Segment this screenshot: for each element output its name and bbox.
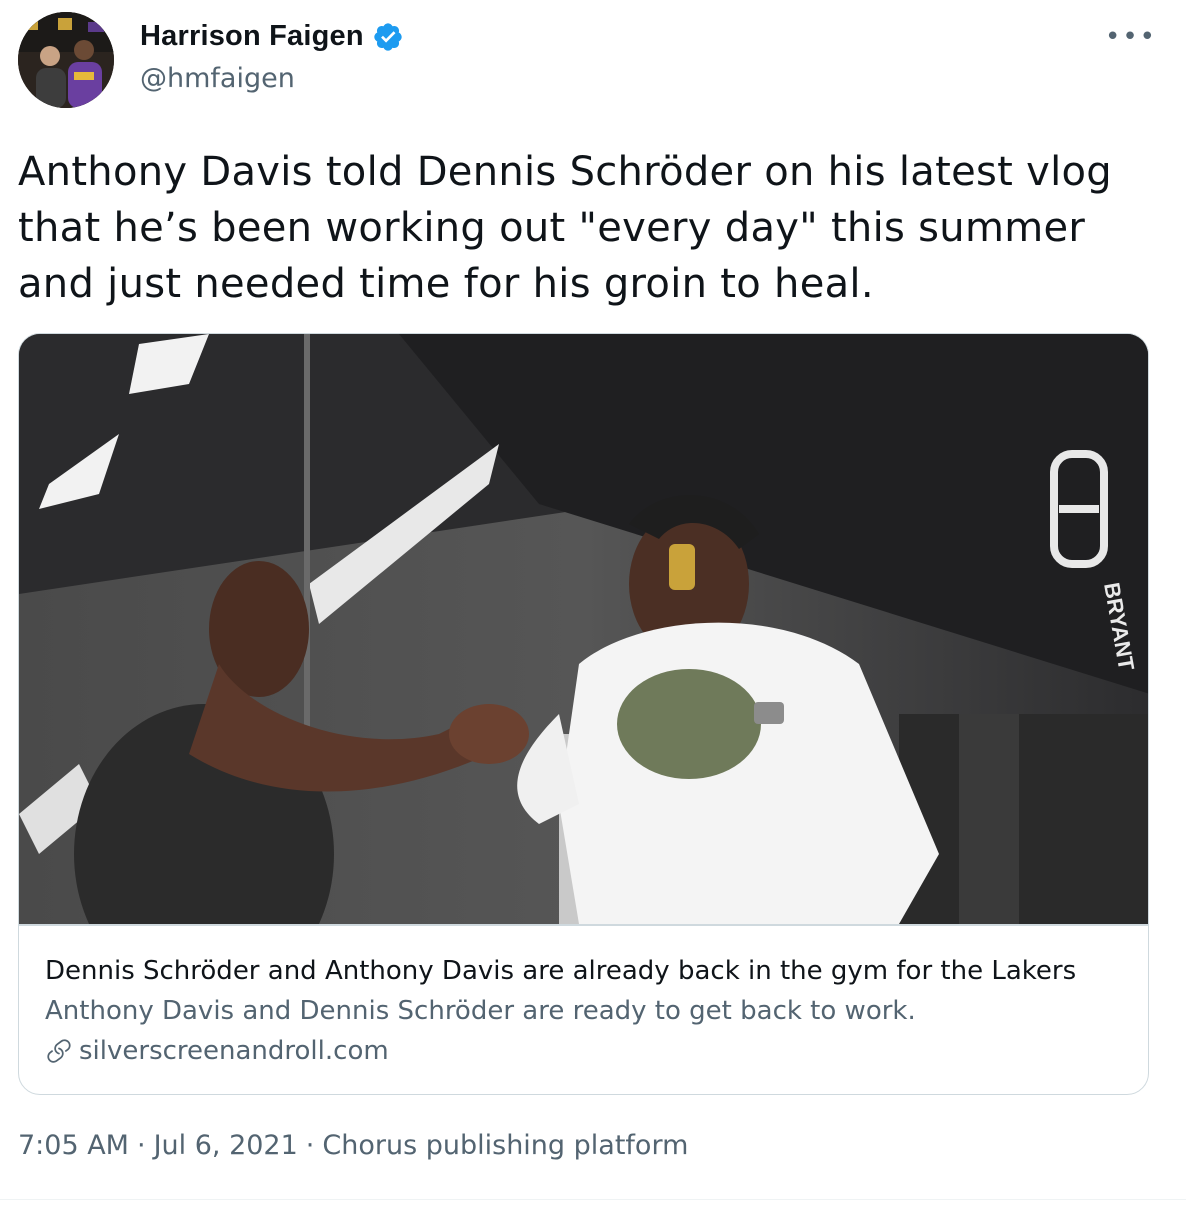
tweet-meta: 7:05 AM · Jul 6, 2021 · Chorus publishin… — [18, 1130, 688, 1161]
tweet: Harrison Faigen @hmfaigen ••• Anthony Da… — [0, 0, 1186, 1210]
author-name-row: Harrison Faigen — [140, 20, 404, 53]
card-domain-row: silverscreenandroll.com — [45, 1036, 389, 1066]
more-dots-icon: ••• — [1105, 22, 1158, 52]
tweet-time[interactable]: 7:05 AM — [18, 1130, 129, 1161]
card-description: Anthony Davis and Dennis Schröder are re… — [45, 996, 916, 1026]
display-name[interactable]: Harrison Faigen — [140, 20, 364, 53]
tweet-date[interactable]: Jul 6, 2021 — [154, 1130, 298, 1161]
meta-separator: · — [136, 1130, 146, 1161]
avatar[interactable] — [18, 12, 114, 108]
more-options-button[interactable]: ••• — [1105, 22, 1158, 52]
meta-separator: · — [305, 1130, 315, 1161]
gym-photo-icon: BRYANT — [19, 334, 1148, 924]
verified-badge-icon — [372, 21, 404, 53]
link-icon — [45, 1037, 73, 1065]
profile-photo-icon — [18, 12, 114, 108]
link-card[interactable]: BRYANT Dennis Schröder and Anthony Davis… — [18, 333, 1149, 1095]
author-handle[interactable]: @hmfaigen — [140, 63, 295, 94]
tweet-text: Anthony Davis told Dennis Schröder on hi… — [18, 149, 1112, 307]
tweet-source-link[interactable]: Chorus publishing platform — [322, 1130, 688, 1161]
card-domain: silverscreenandroll.com — [79, 1036, 389, 1066]
card-title: Dennis Schröder and Anthony Davis are al… — [45, 956, 1077, 986]
bottom-divider — [0, 1199, 1186, 1200]
card-image[interactable]: BRYANT — [19, 334, 1148, 924]
card-divider — [19, 924, 1148, 926]
